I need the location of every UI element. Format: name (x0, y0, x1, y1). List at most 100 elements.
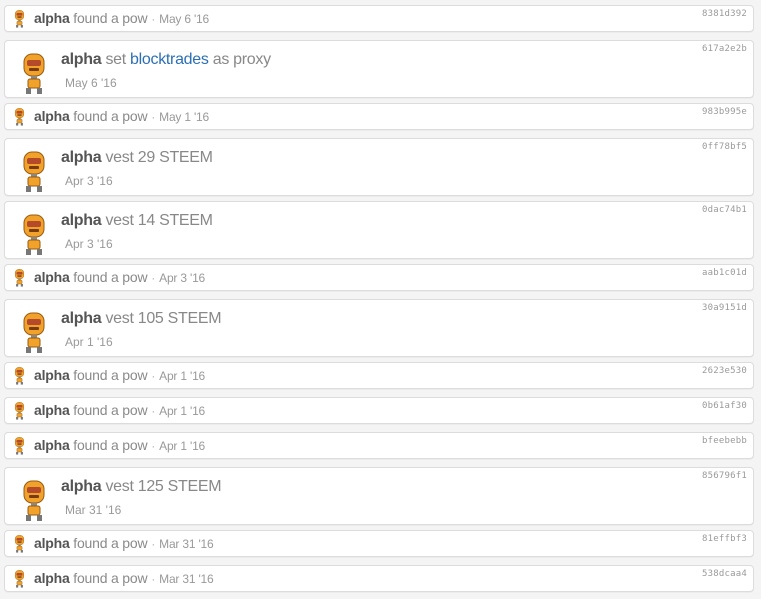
robot-avatar-icon[interactable] (13, 269, 26, 287)
activity-action: found a pow (69, 10, 148, 26)
username-link[interactable]: alpha (34, 367, 70, 383)
activity-action: found a pow (69, 367, 148, 383)
robot-avatar-icon[interactable] (13, 108, 26, 126)
activity-date: Apr 3 '16 (159, 271, 206, 285)
username-link[interactable]: alpha (34, 269, 70, 285)
robot-avatar-icon[interactable] (13, 10, 26, 28)
username-link[interactable]: alpha (61, 212, 102, 229)
feed-row: alpha found a pow · Apr 3 '16 aab1c01d (4, 264, 754, 291)
activity-date: Mar 31 '16 (159, 572, 214, 586)
robot-avatar-icon[interactable] (21, 53, 47, 95)
activity-date: Apr 3 '16 (65, 174, 113, 188)
separator-dot: · (151, 12, 156, 26)
activity-text: alpha found a pow · Apr 1 '16 (34, 367, 205, 383)
activity-action: found a pow (69, 437, 148, 453)
feed-row: alpha found a pow · Apr 1 '16 0b61af30 (4, 397, 754, 424)
feed-row: alpha found a pow · Mar 31 '16 81effbf3 (4, 530, 754, 557)
activity-date: May 1 '16 (159, 110, 210, 124)
transaction-hash-link[interactable]: 8381d392 (702, 9, 747, 19)
activity-action: vest 125 STEEM (101, 478, 222, 495)
username-link[interactable]: alpha (61, 51, 102, 68)
feed-row: alpha vest 105 STEEM Apr 1 '16 30a9151d (4, 299, 754, 357)
activity-date: Apr 1 '16 (159, 369, 206, 383)
activity-action: found a pow (69, 269, 148, 285)
username-link[interactable]: alpha (34, 570, 70, 586)
robot-avatar-icon[interactable] (13, 535, 26, 553)
transaction-hash-link[interactable]: 0ff78bf5 (702, 142, 747, 152)
activity-text: alpha found a pow · Mar 31 '16 (34, 535, 214, 551)
activity-action: set (101, 51, 126, 68)
activity-action: found a pow (69, 108, 148, 124)
activity-text: alpha found a pow · Mar 31 '16 (34, 570, 214, 586)
username-link[interactable]: alpha (61, 149, 102, 166)
feed-row: alpha found a pow · Mar 31 '16 538dcaa4 (4, 565, 754, 592)
activity-date: Apr 1 '16 (159, 404, 206, 418)
activity-action: vest 14 STEEM (101, 212, 213, 229)
transaction-hash-link[interactable]: 856796f1 (702, 471, 747, 481)
activity-action: found a pow (69, 535, 148, 551)
transaction-hash-link[interactable]: 2623e530 (702, 366, 747, 376)
robot-avatar-icon[interactable] (13, 437, 26, 455)
separator-dot: · (151, 537, 156, 551)
activity-text: alpha set blocktrades as proxy (61, 51, 271, 69)
transaction-hash-link[interactable]: 983b995e (702, 107, 747, 117)
username-link[interactable]: alpha (34, 402, 70, 418)
username-link[interactable]: alpha (34, 10, 70, 26)
username-link[interactable]: alpha (34, 108, 70, 124)
transaction-hash-link[interactable]: 0b61af30 (702, 401, 747, 411)
robot-avatar-icon[interactable] (13, 402, 26, 420)
username-link[interactable]: alpha (34, 437, 70, 453)
robot-avatar-icon[interactable] (21, 480, 47, 522)
activity-text: alpha vest 29 STEEM (61, 149, 213, 167)
feed-row: alpha found a pow · Apr 1 '16 2623e530 (4, 362, 754, 389)
feed-row: alpha vest 29 STEEM Apr 3 '16 0ff78bf5 (4, 138, 754, 196)
username-link[interactable]: alpha (61, 310, 102, 327)
username-link[interactable]: alpha (61, 478, 102, 495)
activity-text: alpha found a pow · Apr 3 '16 (34, 269, 205, 285)
feed-row: alpha set blocktrades as proxy May 6 '16 6… (4, 40, 754, 98)
robot-avatar-icon[interactable] (13, 570, 26, 588)
transaction-hash-link[interactable]: aab1c01d (702, 268, 747, 278)
transaction-hash-link[interactable]: 30a9151d (702, 303, 747, 313)
robot-avatar-icon[interactable] (21, 151, 47, 193)
separator-dot: · (151, 404, 156, 418)
activity-action-suffix: as proxy (208, 51, 271, 68)
transaction-hash-link[interactable]: 81effbf3 (702, 534, 747, 544)
activity-date: Mar 31 '16 (159, 537, 214, 551)
activity-date: Apr 1 '16 (65, 335, 113, 349)
separator-dot: · (151, 369, 156, 383)
activity-date: Apr 1 '16 (159, 439, 206, 453)
transaction-hash-link[interactable]: 617a2e2b (702, 44, 747, 54)
feed-row: alpha vest 125 STEEM Mar 31 '16 856796f1 (4, 467, 754, 525)
activity-action: found a pow (69, 570, 148, 586)
robot-avatar-icon[interactable] (13, 367, 26, 385)
transaction-hash-link[interactable]: bfeebebb (702, 436, 747, 446)
activity-text: alpha found a pow · May 1 '16 (34, 108, 209, 124)
feed-row: alpha found a pow · Apr 1 '16 bfeebebb (4, 432, 754, 459)
separator-dot: · (151, 110, 156, 124)
separator-dot: · (151, 271, 156, 285)
robot-avatar-icon[interactable] (21, 312, 47, 354)
activity-text: alpha found a pow · Apr 1 '16 (34, 402, 205, 418)
activity-text: alpha found a pow · May 6 '16 (34, 10, 209, 26)
feed-row: alpha found a pow · May 1 '16 983b995e (4, 103, 754, 130)
activity-date: Apr 3 '16 (65, 237, 113, 251)
activity-date: Mar 31 '16 (65, 503, 122, 517)
separator-dot: · (151, 572, 156, 586)
activity-action: vest 105 STEEM (101, 310, 222, 327)
separator-dot: · (151, 439, 156, 453)
activity-text: alpha vest 125 STEEM (61, 478, 222, 496)
transaction-hash-link[interactable]: 0dac74b1 (702, 205, 747, 215)
transaction-hash-link[interactable]: 538dcaa4 (702, 569, 747, 579)
activity-action: found a pow (69, 402, 148, 418)
activity-date: May 6 '16 (159, 12, 210, 26)
activity-action: vest 29 STEEM (101, 149, 213, 166)
activity-text: alpha vest 105 STEEM (61, 310, 222, 328)
feed-row: alpha vest 14 STEEM Apr 3 '16 0dac74b1 (4, 201, 754, 259)
proxy-account-link[interactable]: blocktrades (130, 51, 209, 68)
robot-avatar-icon[interactable] (21, 214, 47, 256)
username-link[interactable]: alpha (34, 535, 70, 551)
activity-text: alpha found a pow · Apr 1 '16 (34, 437, 205, 453)
activity-date: May 6 '16 (65, 76, 117, 90)
feed-row: alpha found a pow · May 6 '16 8381d392 (4, 5, 754, 32)
